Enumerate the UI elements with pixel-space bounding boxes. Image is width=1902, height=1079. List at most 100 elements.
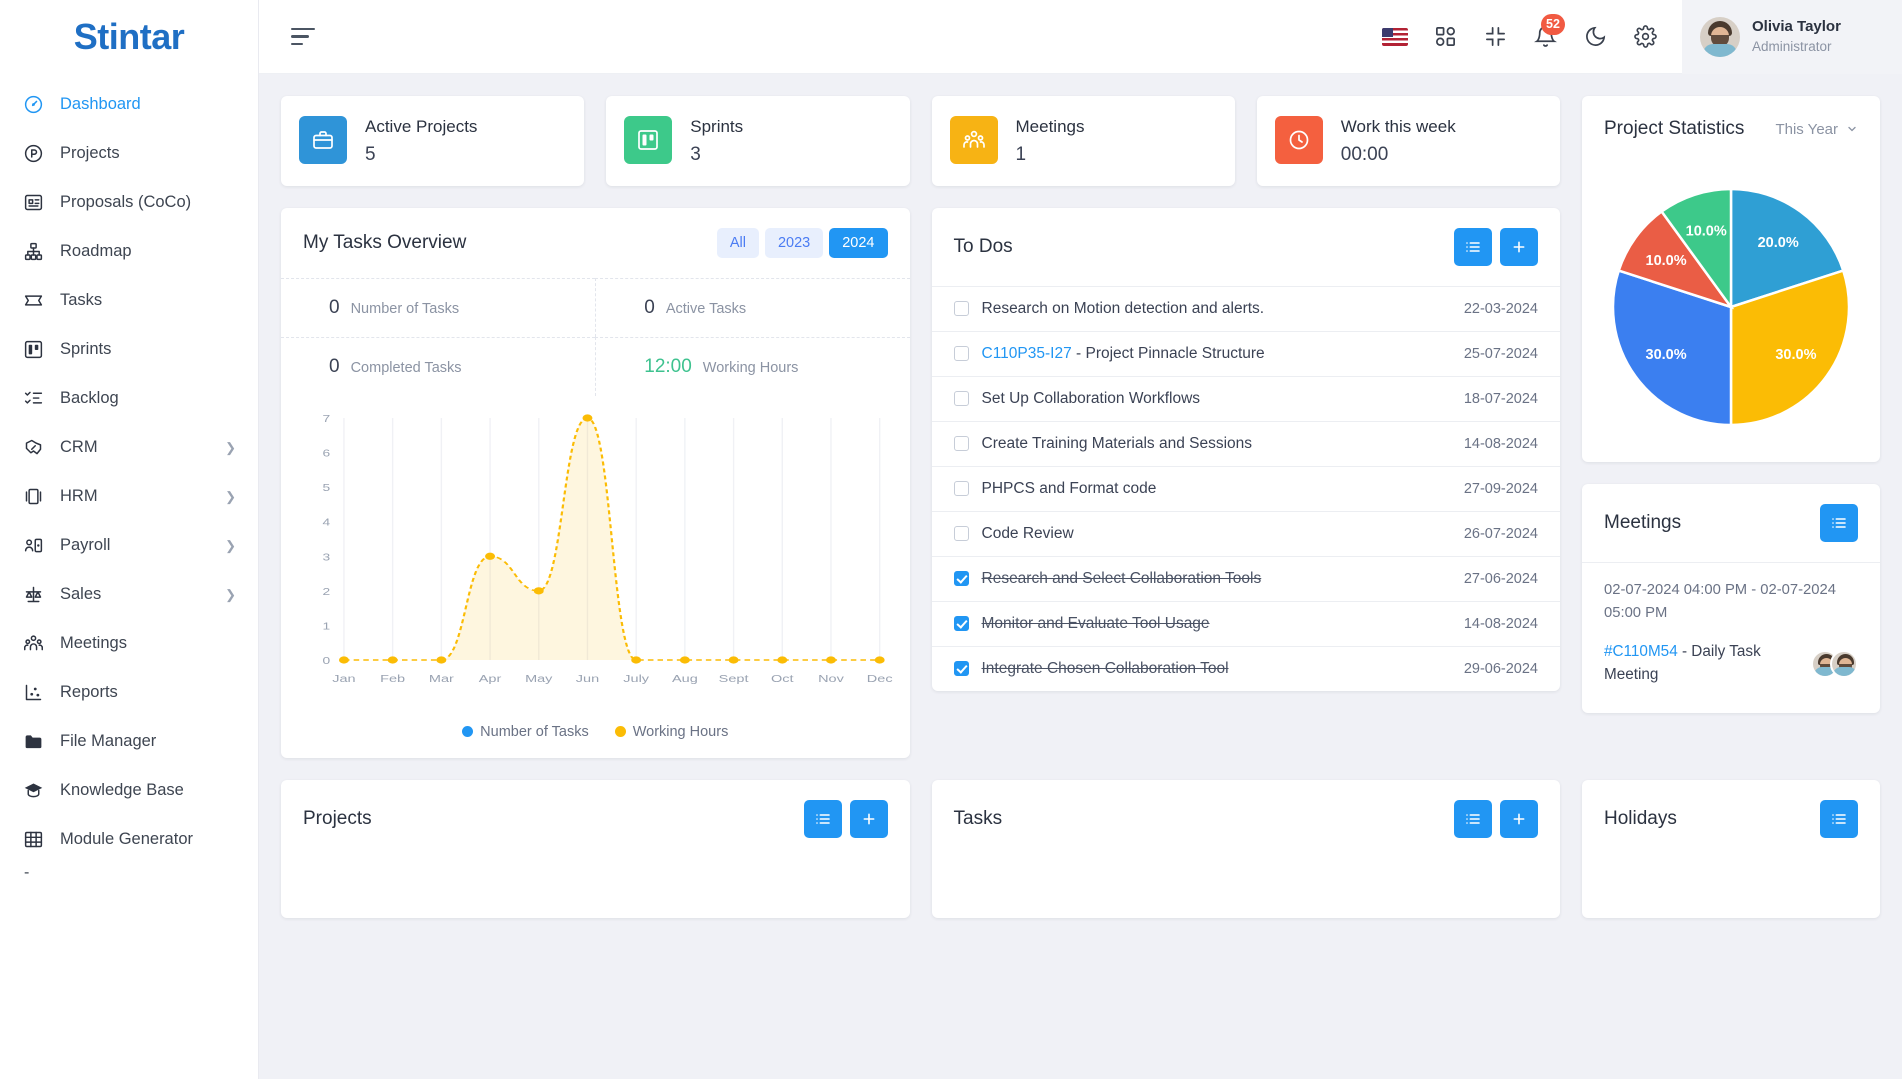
holidays-list-button[interactable] [1820,799,1858,838]
todo-checkbox[interactable] [953,346,969,362]
sidebar-item-sales[interactable]: Sales ❯ [0,570,258,619]
dark-mode-toggle[interactable] [1570,0,1620,74]
year-filter-2024[interactable]: 2024 [829,227,888,258]
brand-logo[interactable]: Stintar [0,0,258,74]
todo-text: Research and Select Collaboration Tools [982,570,1451,588]
period-selector[interactable]: This Year [1775,121,1858,138]
sidebar-item-file-manager[interactable]: File Manager [0,717,258,766]
todo-text: Monitor and Evaluate Tool Usage [982,615,1451,633]
tasks-add-button[interactable] [1500,799,1538,838]
todo-row[interactable]: PHPCS and Format code 27-09-2024 [931,465,1560,511]
svg-text:July: July [623,673,650,685]
stat-card-sprints[interactable]: Sprints 3 [606,96,910,186]
person-card-icon [22,535,44,557]
notification-bell[interactable]: 52 [1520,0,1570,74]
sidebar-item-knowledge-base[interactable]: Knowledge Base [0,766,258,815]
todo-label: Create Training Materials and Sessions [981,434,1253,452]
stat-value: 3 [690,143,701,165]
svg-text:3: 3 [322,551,330,563]
sidebar-item-tasks[interactable]: Tasks [0,276,258,325]
chevron-right-icon: ❯ [225,439,236,455]
todo-row[interactable]: Research on Motion detection and alerts.… [931,285,1560,331]
sidebar-item-roadmap[interactable]: Roadmap [0,227,258,276]
stat-title: Meetings [1015,117,1085,136]
user-profile[interactable]: Olivia Taylor Administrator [1682,0,1902,74]
stat-card-meetings[interactable]: Meetings 1 [931,96,1235,186]
sidebar-item-payroll[interactable]: Payroll ❯ [0,521,258,570]
stat-card-active-projects[interactable]: Active Projects 5 [281,96,585,186]
legend-item-working-hours[interactable]: Working Hours [614,724,728,740]
sidebar-item-hrm[interactable]: HRM ❯ [0,472,258,521]
todos-header: To Dos [932,208,1561,286]
todo-row[interactable]: Integrate Chosen Collaboration Tool 29-06… [931,645,1560,691]
legend-label: Number of Tasks [480,723,589,740]
todos-add-button[interactable] [1500,227,1538,266]
stat-title: Active Projects [365,117,478,136]
sidebar-item-reports[interactable]: Reports [0,668,258,717]
gear-icon[interactable] [1620,0,1670,74]
panel-projects-body [281,858,910,918]
user-role: Administrator [1752,38,1832,54]
todo-checkbox[interactable] [953,301,969,317]
todo-checkbox[interactable] [953,616,969,632]
meetings-list-button[interactable] [1820,504,1858,542]
todo-row[interactable]: Monitor and Evaluate Tool Usage 14-08-202… [931,600,1560,646]
todo-date: 27-06-2024 [1463,570,1538,587]
todos-list-button[interactable] [1454,227,1492,266]
hamburger-icon[interactable] [291,27,319,46]
sidebar-item-meetings[interactable]: Meetings [0,619,258,668]
metric-label: Working Hours [702,359,799,376]
todo-checkbox[interactable] [953,391,969,407]
todo-row[interactable]: Code Review 26-07-2024 [931,510,1560,556]
projects-list-button[interactable] [803,799,842,838]
language-selector[interactable] [1370,0,1420,74]
svg-text:Aug: Aug [672,673,698,685]
ticket-icon [22,290,44,312]
todo-checkbox[interactable] [953,526,969,542]
metric-label: Completed Tasks [350,359,462,376]
todo-row[interactable]: Create Training Materials and Sessions 14… [931,420,1560,466]
sidebar-item-backlog[interactable]: Backlog [0,374,258,423]
sidebar-item-crm[interactable]: CRM ❯ [0,423,258,472]
todo-checkbox[interactable] [953,481,969,497]
sidebar-item-label: Sales [60,585,102,603]
svg-text:0: 0 [322,655,330,667]
svg-text:Jan: Jan [332,673,355,685]
speedometer-icon [22,94,44,116]
meetings-title: Meetings [1604,512,1682,533]
projects-add-button[interactable] [849,799,888,838]
year-filter-2023[interactable]: 2023 [764,227,824,258]
meeting-item[interactable]: 02-07-2024 04:00 PM - 02-07-2024 05:00 P… [1582,562,1880,713]
collapse-screen-icon[interactable] [1470,0,1520,74]
grid-apps-icon[interactable] [1420,0,1470,74]
todo-code[interactable]: C110P35-I27 [982,345,1072,362]
legend-item-number-of-tasks[interactable]: Number of Tasks [462,724,589,740]
todo-row[interactable]: C110P35-I27 - Project Pinnacle Structure… [931,330,1560,376]
meeting-attendees [1811,649,1858,678]
tasks-list-button[interactable] [1454,799,1492,838]
pie-chart-svg: 20.0% 30.0% 30.0% 10.0% 10.0% [1611,187,1851,427]
svg-text:May: May [525,673,553,685]
bottom-panels-row: Projects Tasks Holidays [281,779,1880,918]
sidebar-item-proposals-coco[interactable]: Proposals (CoCo) [0,178,258,227]
meeting-code[interactable]: #C110M54 [1604,643,1678,660]
sidebar-item-module-generator[interactable]: Module Generator [0,815,258,864]
todo-date: 18-07-2024 [1463,390,1538,407]
sidebar-item-sprints[interactable]: Sprints [0,325,258,374]
sidebar-item-label: Backlog [60,389,119,407]
todo-checkbox[interactable] [953,661,969,677]
todo-checkbox[interactable] [953,436,969,452]
metric-label: Active Tasks [665,300,747,317]
chevron-down-icon [1846,123,1858,135]
year-filter-all[interactable]: All [716,227,759,258]
project-statistics-card: Project Statistics This Year 20.0% 30.0% 3… [1582,96,1880,462]
todo-row[interactable]: Research and Select Collaboration Tools 2… [931,555,1560,601]
sidebar-item-projects[interactable]: Projects [0,129,258,178]
sidebar-item-dashboard[interactable]: Dashboard [0,80,258,129]
panel-projects-header: Projects [281,780,910,858]
metric-active-tasks: 0 Active Tasks [595,277,910,337]
todo-row[interactable]: Set Up Collaboration Workflows 18-07-2024 [931,375,1560,421]
todo-checkbox[interactable] [953,571,969,587]
my-tasks-overview-card: My Tasks Overview All 2023 2024 0 Number of… [281,207,910,758]
stat-card-work-this-week[interactable]: Work this week 00:00 [1256,96,1560,186]
